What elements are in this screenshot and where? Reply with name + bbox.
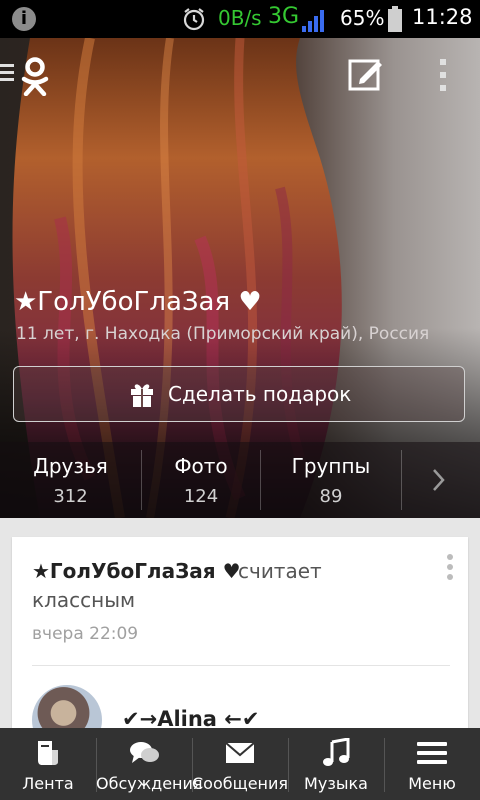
stat-groups-label: Группы bbox=[291, 454, 371, 478]
battery-percent: 65% bbox=[340, 6, 385, 30]
stat-friends-label: Друзья bbox=[33, 454, 108, 478]
nav-messages[interactable]: Сообщения bbox=[192, 728, 288, 800]
chevron-right-icon[interactable] bbox=[430, 464, 448, 496]
signal-icon bbox=[302, 10, 324, 32]
gift-icon bbox=[131, 384, 153, 407]
stat-groups-count: 89 bbox=[319, 486, 343, 507]
stat-photos-count: 124 bbox=[183, 486, 219, 507]
nav-menu[interactable]: Меню bbox=[384, 728, 480, 800]
bottom-navigation: Лента Обсуждения Сообщения Музыка Меню bbox=[0, 728, 480, 800]
card-options-icon[interactable] bbox=[446, 553, 454, 581]
profile-stats-bar: Друзья 312 Фото 124 Группы 89 bbox=[0, 442, 480, 518]
network-type: 3G bbox=[268, 4, 300, 29]
drawer-menu-icon[interactable] bbox=[0, 62, 14, 84]
nav-discussions-label: Обсуждения bbox=[96, 774, 203, 793]
nav-music-label: Музыка bbox=[304, 774, 368, 793]
profile-name: ★ГолУбоГлаЗая ♥ bbox=[14, 287, 262, 317]
network-speed: 0B/s bbox=[218, 6, 262, 30]
make-gift-label: Сделать подарок bbox=[168, 382, 352, 406]
alarm-icon bbox=[183, 8, 205, 31]
make-gift-button[interactable]: Сделать подарок bbox=[13, 366, 465, 422]
nav-music[interactable]: Музыка bbox=[288, 728, 384, 800]
messages-icon bbox=[225, 742, 255, 763]
stat-photos[interactable]: Фото 124 bbox=[142, 442, 260, 518]
menu-icon bbox=[417, 742, 447, 764]
stat-friends[interactable]: Друзья 312 bbox=[0, 442, 141, 518]
nav-feed[interactable]: Лента bbox=[0, 728, 96, 800]
profile-location: 11 лет, г. Находка (Приморский край), Ро… bbox=[16, 324, 430, 344]
status-bar: 0B/s 3G 65% 11:28 bbox=[0, 0, 480, 38]
feed-action: считает bbox=[238, 559, 322, 583]
odnoklassniki-logo-icon[interactable] bbox=[18, 56, 52, 96]
compose-icon[interactable] bbox=[348, 57, 384, 91]
music-icon bbox=[323, 738, 350, 766]
stat-photos-label: Фото bbox=[174, 454, 228, 478]
battery-icon bbox=[388, 6, 402, 32]
stat-groups[interactable]: Группы 89 bbox=[261, 442, 401, 518]
feed-author[interactable]: ★ГолУбоГлаЗая ♥ bbox=[32, 559, 241, 583]
feed-card[interactable]: ★ГолУбоГлаЗая ♥ считает классным вчера 2… bbox=[12, 537, 468, 755]
nav-menu-label: Меню bbox=[408, 774, 456, 793]
nav-discussions[interactable]: Обсуждения bbox=[96, 728, 203, 800]
overflow-menu-icon[interactable] bbox=[438, 58, 448, 92]
nav-feed-label: Лента bbox=[22, 774, 74, 793]
info-icon bbox=[12, 7, 36, 31]
feed-action-continued: классным bbox=[32, 588, 136, 612]
feed-icon bbox=[38, 741, 58, 765]
stat-friends-count: 312 bbox=[53, 486, 88, 507]
discussions-icon bbox=[130, 742, 159, 763]
clock: 11:28 bbox=[412, 5, 473, 29]
feed-timestamp: вчера 22:09 bbox=[32, 624, 139, 644]
nav-messages-label: Сообщения bbox=[192, 774, 289, 793]
